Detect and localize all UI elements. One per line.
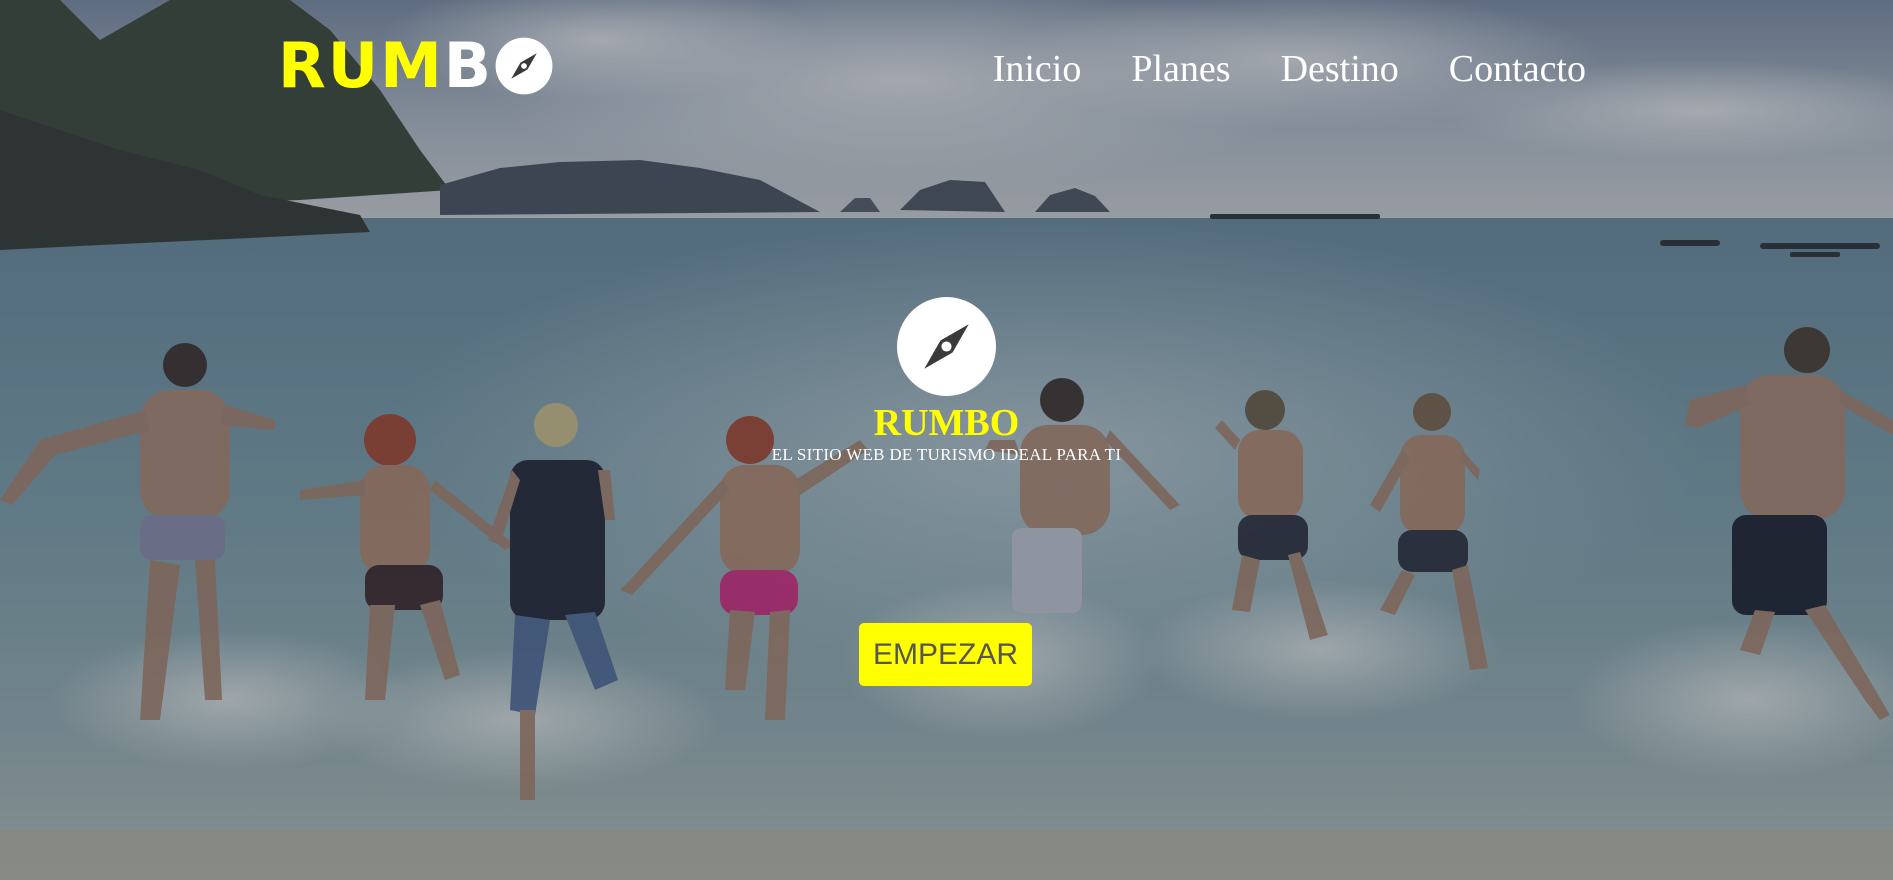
hero-tagline: EL SITIO WEB DE TURISMO IDEAL PARA TI <box>771 445 1122 464</box>
compass-icon <box>495 37 553 95</box>
logo-wordmark: RUMB <box>278 35 493 97</box>
main-nav: Inicio Planes Destino Contacto <box>993 44 1586 94</box>
logo-text-yellow: RUM <box>278 29 444 102</box>
nav-item-contacto[interactable]: Contacto <box>1449 44 1586 94</box>
nav-item-inicio[interactable]: Inicio <box>993 44 1082 94</box>
start-button[interactable]: EMPEZAR <box>859 623 1032 686</box>
nav-item-planes[interactable]: Planes <box>1131 44 1230 94</box>
compass-icon <box>897 297 996 396</box>
hero-content: RUMBO EL SITIO WEB DE TURISMO IDEAL PARA… <box>0 296 1893 465</box>
hero-section: RUMB Inicio Planes Destino Contacto RUMB… <box>0 0 1893 880</box>
site-header: RUMB Inicio Planes Destino Contacto <box>0 0 1893 140</box>
hero-title: RUMBO <box>873 402 1020 444</box>
site-logo[interactable]: RUMB <box>278 35 553 97</box>
nav-item-destino[interactable]: Destino <box>1281 44 1399 94</box>
logo-text-white: B <box>443 29 494 102</box>
